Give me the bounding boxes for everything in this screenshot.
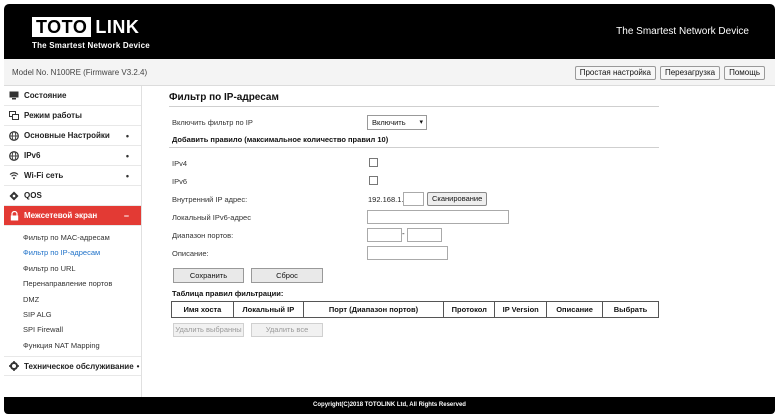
sidebar-item-label: Основные Настройки [24,131,110,140]
expand-dot-icon: • [125,170,129,181]
header-bar: TOTO LINK The Smartest Network Device Th… [4,4,775,59]
col-description: Описание [546,301,604,318]
ipv6-row: IPv6 [169,172,659,190]
rules-table: Имя хоста Локальный IP Порт (Диапазон по… [171,301,659,318]
col-port-range: Порт (Диапазон портов) [302,301,445,318]
sidebar-item-label: QOS [24,191,42,200]
subitem-spi-firewall[interactable]: SPI Firewall [4,322,141,337]
local-ipv6-label: Локальный IPv6-адрес [172,213,251,222]
model-bar: Model No. N100RE (Firmware V3.2.4) Прост… [4,59,775,86]
col-ip-version: IP Version [494,301,548,318]
mode-icon [9,111,19,121]
col-select: Выбрать [602,301,659,318]
qos-icon [9,191,19,201]
lock-icon [9,210,19,221]
subitem-url-filter[interactable]: Фильтр по URL [4,261,141,276]
col-protocol: Протокол [443,301,496,318]
globe-icon [9,150,19,161]
reboot-button[interactable]: Перезагрузка [659,66,721,80]
firewall-submenu: Фильтр по MAC-адресам Фильтр по IP-адрес… [4,226,141,353]
sidebar-item-mode[interactable]: Режим работы [4,106,141,126]
subitem-mac-filter[interactable]: Фильтр по MAC-адресам [4,230,141,245]
sidebar-item-wifi[interactable]: Wi-Fi сеть • [4,166,141,186]
save-button[interactable]: Сохранить [173,268,244,283]
expand-dot-icon: • [136,361,140,371]
ipv6-label: IPv6 [172,177,188,186]
local-ipv6-input[interactable] [367,210,509,224]
add-rule-heading: Добавить правило (максимальное количеств… [169,133,659,148]
sidebar-item-ipv6[interactable]: IPv6 • [4,146,141,166]
scan-button[interactable]: Сканирование [427,192,488,206]
form-actions: Сохранить Сброс [169,265,659,287]
logo-left-text: TOTO [32,17,92,37]
port-range-row: Диапазон портов: - [169,226,659,244]
local-ipv6-row: Локальный IPv6-адрес [169,208,659,226]
enable-filter-value: Включить [372,118,406,127]
description-label: Описание: [172,249,209,258]
logo-tagline: The Smartest Network Device [32,41,150,50]
monitor-icon [9,91,19,101]
globe-icon [9,130,19,141]
sidebar: Состояние Режим работы Основные Настройк… [4,86,142,397]
chevron-down-icon: ▾ [419,119,423,126]
sidebar-item-basic-settings[interactable]: Основные Настройки • [4,126,141,146]
footer: Copyright(C)2018 TOTOLINK Ltd, All Right… [4,397,775,414]
gear-icon [9,361,19,372]
port-range-label: Диапазон портов: [172,231,234,240]
sidebar-item-qos[interactable]: QOS [4,186,141,206]
port-end-input[interactable] [407,228,442,242]
port-start-input[interactable] [367,228,402,242]
table-header-row: Имя хоста Локальный IP Порт (Диапазон по… [171,301,659,318]
description-input[interactable] [367,246,448,260]
description-row: Описание: [169,244,659,262]
sidebar-item-label: Состояние [24,91,67,100]
subitem-port-forwarding[interactable]: Перенаправление портов [4,276,141,291]
delete-selected-button[interactable]: Удалить выбранны [173,323,244,337]
sidebar-item-firewall[interactable]: Межсетевой экран − [4,206,141,226]
reset-button[interactable]: Сброс [251,268,323,283]
enable-filter-select[interactable]: Включить ▾ [367,115,427,130]
col-hostname: Имя хоста [171,301,234,318]
top-buttons: Простая настройка Перезагрузка Помощь [574,66,765,80]
ipv4-row: IPv4 [169,154,659,172]
local-ip-last-octet-input[interactable] [403,192,424,206]
help-button[interactable]: Помощь [724,66,765,80]
local-ip-label: Внутренний IP адрес: [172,195,248,204]
col-local-ip: Локальный IP [232,301,304,318]
expand-dot-icon: • [125,150,129,161]
easy-setup-button[interactable]: Простая настройка [574,66,656,80]
main-content: Фильтр по IP-адресам Включить фильтр по … [169,90,659,343]
sidebar-item-label: IPv6 [24,151,41,160]
local-ip-row: Внутренний IP адрес: 192.168.1. Сканиров… [169,190,659,208]
wifi-icon [9,171,19,181]
port-dash: - [402,229,405,238]
ipv4-checkbox[interactable] [369,158,378,167]
enable-filter-row: Включить фильтр по IP Включить ▾ [169,113,659,131]
delete-all-button[interactable]: Удалить все [251,323,323,337]
page-title: Фильтр по IP-адресам [169,90,659,107]
sidebar-item-label: Межсетевой экран [24,211,98,220]
collapse-icon: − [123,210,129,221]
ipv4-label: IPv4 [172,159,188,168]
rules-table-title: Таблица правил фильтрации: [172,289,284,298]
expand-dot-icon: • [125,130,129,141]
sidebar-item-maintenance[interactable]: Техническое обслуживание • [4,356,141,377]
enable-filter-label: Включить фильтр по IP [172,118,253,127]
logo-right-text: LINK [95,16,140,37]
sidebar-item-status[interactable]: Состояние [4,86,141,106]
router-admin-window: TOTO LINK The Smartest Network Device Th… [4,4,775,414]
ip-prefix: 192.168.1. [368,195,404,204]
sidebar-item-label: Техническое обслуживание [24,361,134,371]
subitem-sip-alg[interactable]: SIP ALG [4,307,141,322]
header-slogan: The Smartest Network Device [616,26,749,37]
sidebar-item-label: Режим работы [24,111,82,120]
subitem-ip-filter[interactable]: Фильтр по IP-адресам [4,245,141,260]
subitem-dmz[interactable]: DMZ [4,292,141,307]
table-actions: Удалить выбранны Удалить все [169,323,659,343]
sidebar-item-label: Wi-Fi сеть [24,171,64,180]
model-number: Model No. N100RE (Firmware V3.2.4) [12,68,148,77]
ipv6-checkbox[interactable] [369,176,378,185]
subitem-nat-mapping[interactable]: Функция NAT Mapping [4,338,141,353]
totolink-logo: TOTO LINK The Smartest Network Device [32,17,150,50]
